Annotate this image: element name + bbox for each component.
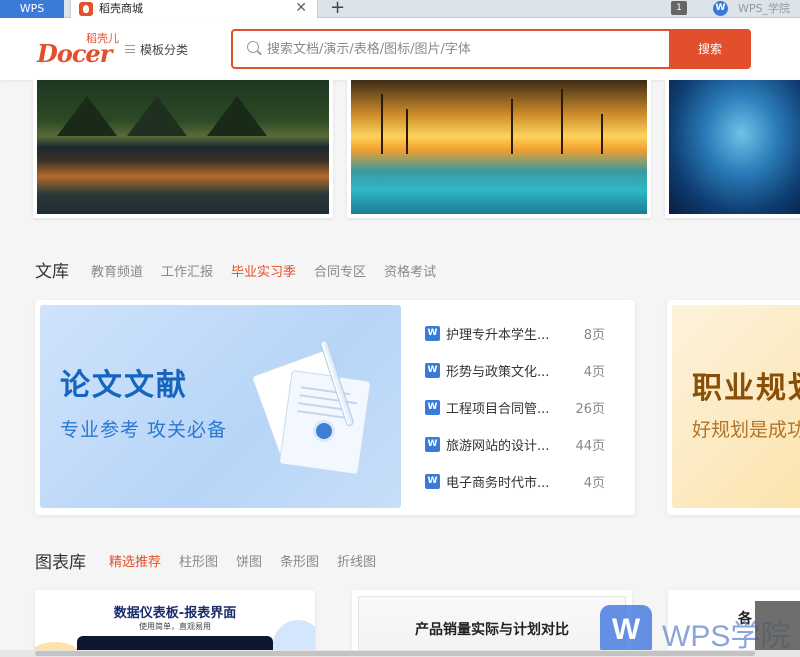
close-icon[interactable]: ✕	[295, 0, 307, 16]
feature-heading: 论文文献	[60, 368, 188, 403]
list-item[interactable]: W 护理专升本学生... 8页	[425, 318, 605, 355]
library-subnav: 教育频道 工作汇报 毕业实习季 合同专区 资格考试	[91, 261, 454, 280]
tab-docer-store[interactable]: 稻壳商城 ✕	[70, 0, 318, 19]
charts-subnav: 精选推荐 柱形图 饼图 条形图 折线图	[109, 551, 394, 570]
career-heading: 职业规划	[692, 371, 800, 406]
doc-pages: 4页	[583, 476, 605, 491]
wps-academy-watermark: W WPS学院	[600, 601, 800, 657]
charts-section-title: 图表库	[35, 553, 86, 573]
library-tab-contracts[interactable]: 合同专区	[314, 265, 366, 280]
chart-template-card[interactable]: 产品销量实际与计划对比	[352, 590, 632, 657]
document-list: W 护理专升本学生... 8页 W 形势与政策文化... 4页 W 工程项目合同…	[425, 318, 605, 503]
chart-card-title: 数据仪表板-报表界面	[113, 606, 237, 621]
category-menu-label: 模板分类	[140, 43, 189, 57]
doc-name: 旅游网站的设计...	[446, 439, 550, 454]
list-item[interactable]: W 旅游网站的设计... 44页	[425, 429, 605, 466]
banner-image	[351, 80, 647, 214]
banner-image	[669, 80, 800, 214]
library-tab-work-report[interactable]: 工作汇报	[161, 265, 213, 280]
logo-wordmark: Docer	[37, 39, 112, 68]
chart-card-subtitle: 使用简单，直观易用	[139, 622, 211, 631]
documents-illustration-icon	[251, 338, 375, 476]
library-tab-graduation[interactable]: 毕业实习季	[231, 265, 296, 280]
career-feature-banner[interactable]: 职业规划 好规划是成功	[672, 305, 800, 508]
feature-subheading: 专业参考 攻关必备	[60, 419, 228, 441]
banner-mountain-lake[interactable]	[33, 80, 333, 218]
doc-pages: 8页	[583, 328, 605, 343]
charts-tab-column[interactable]: 柱形图	[179, 555, 218, 570]
wps-doc-icon: W	[425, 437, 440, 452]
search-bar: 搜索	[231, 29, 751, 69]
doc-name: 工程项目合同管...	[446, 402, 550, 417]
doc-pages: 26页	[575, 402, 605, 417]
search-button[interactable]: 搜索	[669, 29, 751, 69]
career-subheading: 好规划是成功	[692, 419, 800, 441]
charts-tab-featured[interactable]: 精选推荐	[109, 555, 161, 570]
library-tab-education[interactable]: 教育频道	[91, 265, 143, 280]
doc-name: 护理专升本学生...	[446, 328, 550, 343]
tab-wps[interactable]: WPS	[0, 0, 64, 18]
chart-template-card[interactable]: 数据仪表板-报表界面 使用简单，直观易用	[35, 590, 315, 657]
doc-name: 形势与政策文化...	[446, 365, 550, 380]
docer-logo-icon	[79, 2, 93, 16]
browser-tab-bar: WPS 稻壳商城 ✕ + 1 W WPS_学院	[0, 0, 800, 19]
charts-tab-pie[interactable]: 饼图	[236, 555, 262, 570]
list-item[interactable]: W 工程项目合同管... 26页	[425, 392, 605, 429]
charts-tab-line[interactable]: 折线图	[337, 555, 376, 570]
tab-count-badge[interactable]: 1	[671, 1, 687, 15]
list-item[interactable]: W 形势与政策文化... 4页	[425, 355, 605, 392]
career-card: 职业规划 好规划是成功	[667, 300, 800, 515]
library-tab-exams[interactable]: 资格考试	[384, 265, 436, 280]
wps-academy-icon: W	[713, 1, 728, 16]
wps-doc-icon: W	[425, 400, 440, 415]
new-tab-icon[interactable]: +	[330, 0, 345, 18]
chart-card-title: 产品销量实际与计划对比	[415, 622, 569, 638]
site-header: 稻壳儿 Docer 模板分类 搜索	[0, 18, 800, 80]
list-item[interactable]: W 电子商务时代市... 4页	[425, 466, 605, 503]
template-category-menu[interactable]: 模板分类	[125, 41, 188, 58]
tab-title: 稻壳商城	[99, 2, 143, 15]
thesis-feature-banner[interactable]: 论文文献 专业参考 攻关必备	[40, 305, 401, 508]
wps-doc-icon: W	[425, 474, 440, 489]
banner-tropical-sunset[interactable]	[347, 80, 651, 218]
doc-pages: 4页	[583, 365, 605, 380]
wps-doc-icon: W	[425, 363, 440, 378]
library-section-title: 文库	[35, 262, 69, 282]
menu-icon	[125, 45, 135, 53]
library-card: 论文文献 专业参考 攻关必备 W 护理专升本学生... 8页 W 形势与政策文化…	[35, 300, 635, 515]
banner-iceberg[interactable]	[665, 80, 800, 218]
charts-tab-bar[interactable]: 条形图	[280, 555, 319, 570]
docer-logo[interactable]: 稻壳儿 Docer	[37, 30, 123, 70]
banner-image	[37, 80, 329, 214]
search-icon	[247, 41, 259, 53]
search-input[interactable]	[267, 38, 687, 60]
horizontal-scrollbar[interactable]	[0, 650, 800, 657]
doc-pages: 44页	[575, 439, 605, 454]
wps-doc-icon: W	[425, 326, 440, 341]
tab-wps-academy[interactable]: WPS_学院	[738, 0, 790, 17]
scrollbar-thumb[interactable]	[35, 651, 755, 656]
doc-name: 电子商务时代市...	[446, 476, 550, 491]
